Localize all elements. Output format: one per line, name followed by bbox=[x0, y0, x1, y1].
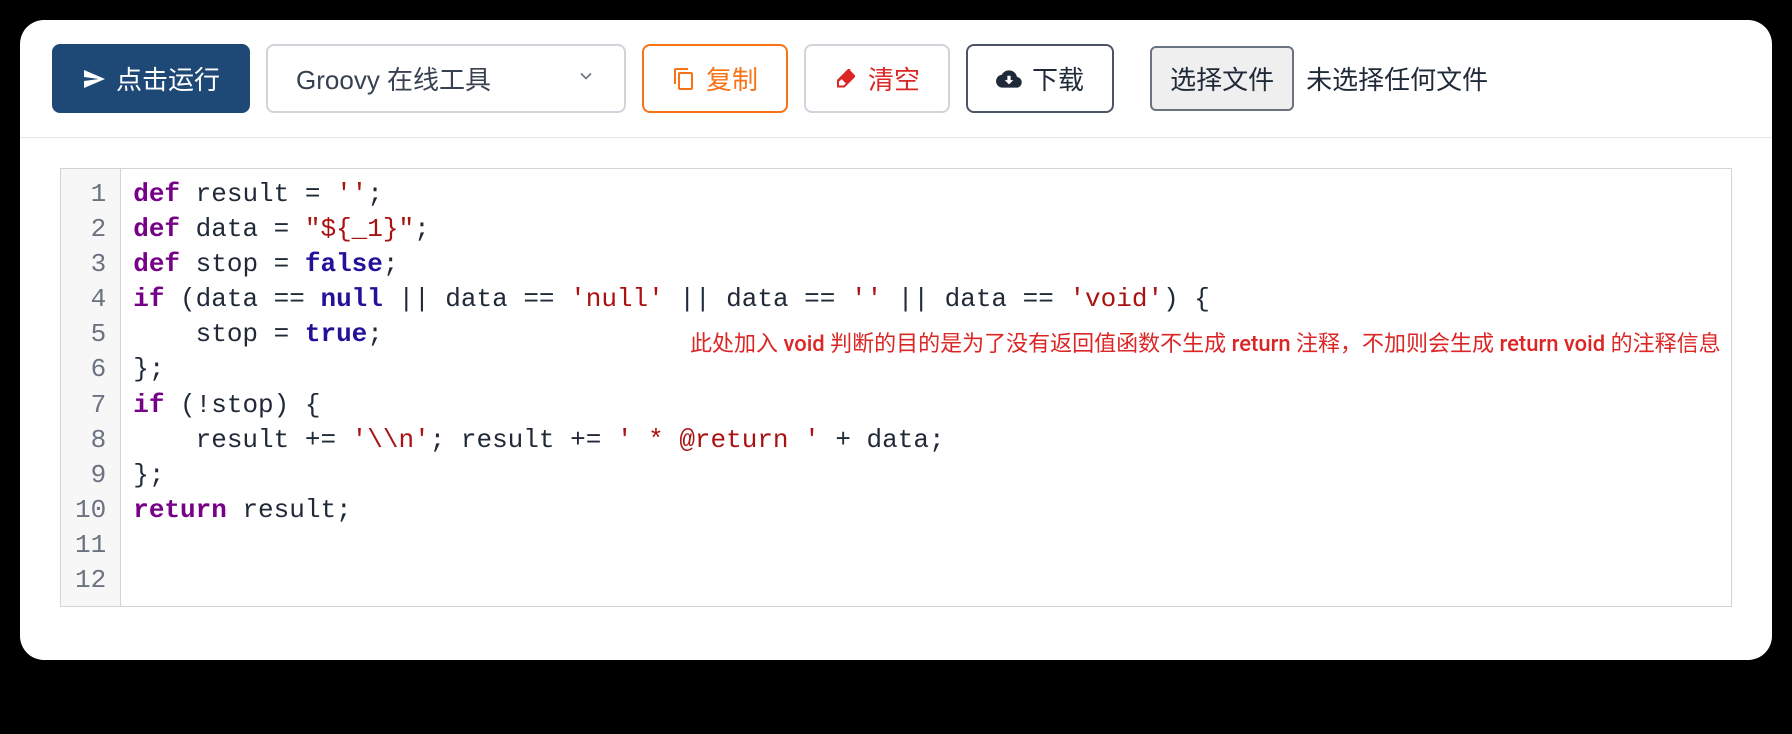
line-number: 7 bbox=[69, 388, 112, 423]
line-gutter: 123456789101112 bbox=[61, 169, 121, 606]
line-number: 8 bbox=[69, 423, 112, 458]
code-line[interactable]: }; bbox=[133, 458, 1719, 493]
annotation-text: 此处加入 void 判断的目的是为了没有返回值函数不生成 return 注释，不… bbox=[690, 326, 1721, 358]
copy-icon bbox=[672, 67, 696, 91]
line-number: 3 bbox=[69, 247, 112, 282]
code-line[interactable]: if (!stop) { bbox=[133, 388, 1719, 423]
code-line[interactable]: def result = ''; bbox=[133, 177, 1719, 212]
code-line[interactable]: return result; bbox=[133, 493, 1719, 528]
line-number: 5 bbox=[69, 317, 112, 352]
cloud-download-icon bbox=[996, 66, 1022, 92]
choose-file-button[interactable]: 选择文件 bbox=[1150, 46, 1294, 111]
line-number: 11 bbox=[69, 528, 112, 563]
line-number: 6 bbox=[69, 352, 112, 387]
copy-button[interactable]: 复制 bbox=[642, 44, 788, 113]
choose-file-label: 选择文件 bbox=[1170, 65, 1274, 95]
code-line[interactable]: def stop = false; bbox=[133, 247, 1719, 282]
clear-button[interactable]: 清空 bbox=[804, 44, 950, 113]
download-button-label: 下载 bbox=[1032, 60, 1084, 97]
file-input-group: 选择文件 未选择任何文件 bbox=[1150, 46, 1488, 111]
chevron-down-icon bbox=[576, 66, 596, 91]
code-line[interactable]: result += '\\n'; result += ' * @return '… bbox=[133, 423, 1719, 458]
code-line[interactable]: if (data == null || data == 'null' || da… bbox=[133, 282, 1719, 317]
toolbar: 点击运行 Groovy 在线工具 复制 清空 下载 bbox=[20, 20, 1772, 138]
run-button[interactable]: 点击运行 bbox=[52, 44, 250, 113]
run-button-label: 点击运行 bbox=[116, 60, 220, 97]
code-editor[interactable]: 123456789101112 def result = '';def data… bbox=[60, 168, 1732, 607]
code-line[interactable] bbox=[133, 563, 1719, 598]
paper-plane-icon bbox=[82, 67, 106, 91]
code-area: 123456789101112 def result = '';def data… bbox=[20, 138, 1772, 607]
copy-button-label: 复制 bbox=[706, 60, 758, 97]
language-select[interactable]: Groovy 在线工具 bbox=[266, 44, 626, 113]
line-number: 1 bbox=[69, 177, 112, 212]
app-window: 点击运行 Groovy 在线工具 复制 清空 下载 bbox=[20, 20, 1772, 660]
download-button[interactable]: 下载 bbox=[966, 44, 1114, 113]
code-line[interactable]: def data = "${_1}"; bbox=[133, 212, 1719, 247]
clear-button-label: 清空 bbox=[868, 60, 920, 97]
line-number: 2 bbox=[69, 212, 112, 247]
line-number: 4 bbox=[69, 282, 112, 317]
no-file-text: 未选择任何文件 bbox=[1306, 60, 1488, 97]
code-content[interactable]: def result = '';def data = "${_1}";def s… bbox=[121, 169, 1731, 606]
line-number: 12 bbox=[69, 563, 112, 598]
line-number: 9 bbox=[69, 458, 112, 493]
line-number: 10 bbox=[69, 493, 112, 528]
language-selected-label: Groovy 在线工具 bbox=[296, 60, 491, 97]
code-line[interactable] bbox=[133, 528, 1719, 563]
eraser-icon bbox=[834, 67, 858, 91]
